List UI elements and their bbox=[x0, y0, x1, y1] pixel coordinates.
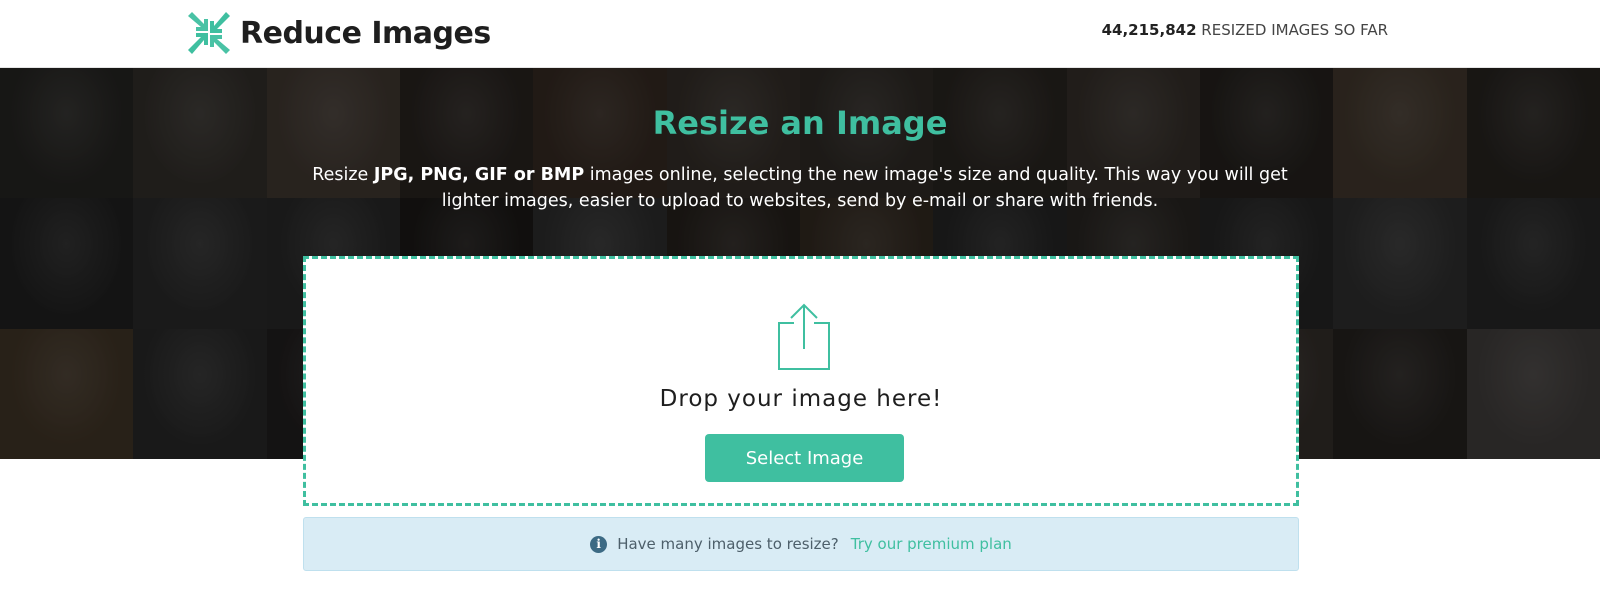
desc-formats: JPG, PNG, GIF or BMP bbox=[373, 165, 585, 185]
info-text: Have many images to resize? bbox=[617, 535, 839, 553]
upload-share-icon bbox=[778, 303, 830, 370]
info-icon: i bbox=[590, 535, 608, 553]
top-header: Reduce Images 44,215,842 RESIZED IMAGES … bbox=[0, 0, 1600, 68]
resized-counter: 44,215,842 RESIZED IMAGES SO FAR bbox=[1102, 21, 1388, 39]
logo-text: Reduce Images bbox=[240, 15, 491, 51]
premium-plan-link[interactable]: Try our premium plan bbox=[851, 535, 1012, 553]
compress-arrows-icon bbox=[188, 12, 230, 54]
hero-description: Resize JPG, PNG, GIF or BMP images onlin… bbox=[300, 162, 1300, 214]
select-image-button[interactable]: Select Image bbox=[705, 434, 904, 482]
desc-prefix: Resize bbox=[312, 165, 374, 185]
logo-link[interactable]: Reduce Images bbox=[186, 10, 491, 56]
page-title: Resize an Image bbox=[652, 104, 948, 142]
drop-instruction: Drop your image here! bbox=[659, 386, 943, 412]
image-dropzone[interactable]: Drop your image here! Select Image bbox=[303, 256, 1299, 506]
premium-info-bar: i Have many images to resize? Try our pr… bbox=[303, 517, 1299, 571]
counter-value: 44,215,842 bbox=[1101, 21, 1197, 39]
counter-label: RESIZED IMAGES SO FAR bbox=[1201, 21, 1388, 39]
